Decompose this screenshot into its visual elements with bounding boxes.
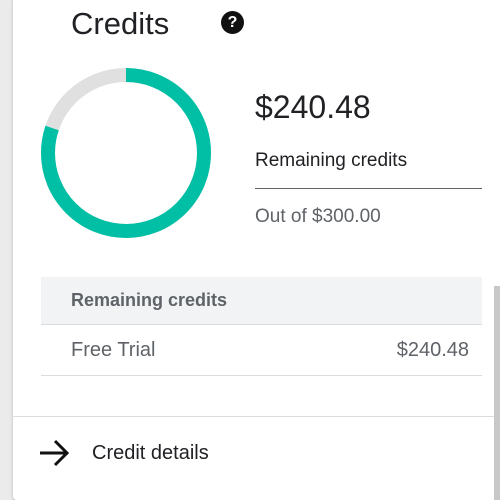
credits-card: Credits ? $240.48 Remaining credits Out …: [13, 0, 500, 500]
credit-details-link[interactable]: Credit details: [37, 436, 297, 476]
remaining-credits-label: Remaining credits: [255, 150, 408, 171]
total-credits-label: Out of $300.00: [255, 206, 381, 227]
card-title: Credits: [71, 6, 170, 41]
scrollbar[interactable]: [494, 286, 500, 500]
credit-details-label: Credit details: [92, 442, 209, 464]
arrow-right-icon: [40, 439, 70, 467]
help-icon[interactable]: ?: [221, 11, 244, 34]
credits-donut-chart: [41, 68, 211, 238]
table-row: Free Trial $240.48: [41, 325, 482, 376]
remaining-amount: $240.48: [255, 89, 371, 125]
row-name: Free Trial: [71, 339, 156, 361]
row-value: $240.48: [396, 339, 469, 361]
footer-divider: [13, 416, 500, 417]
credits-table: Remaining credits Free Trial $240.48: [41, 277, 482, 376]
summary-divider: [255, 188, 482, 189]
table-header: Remaining credits: [41, 277, 482, 325]
